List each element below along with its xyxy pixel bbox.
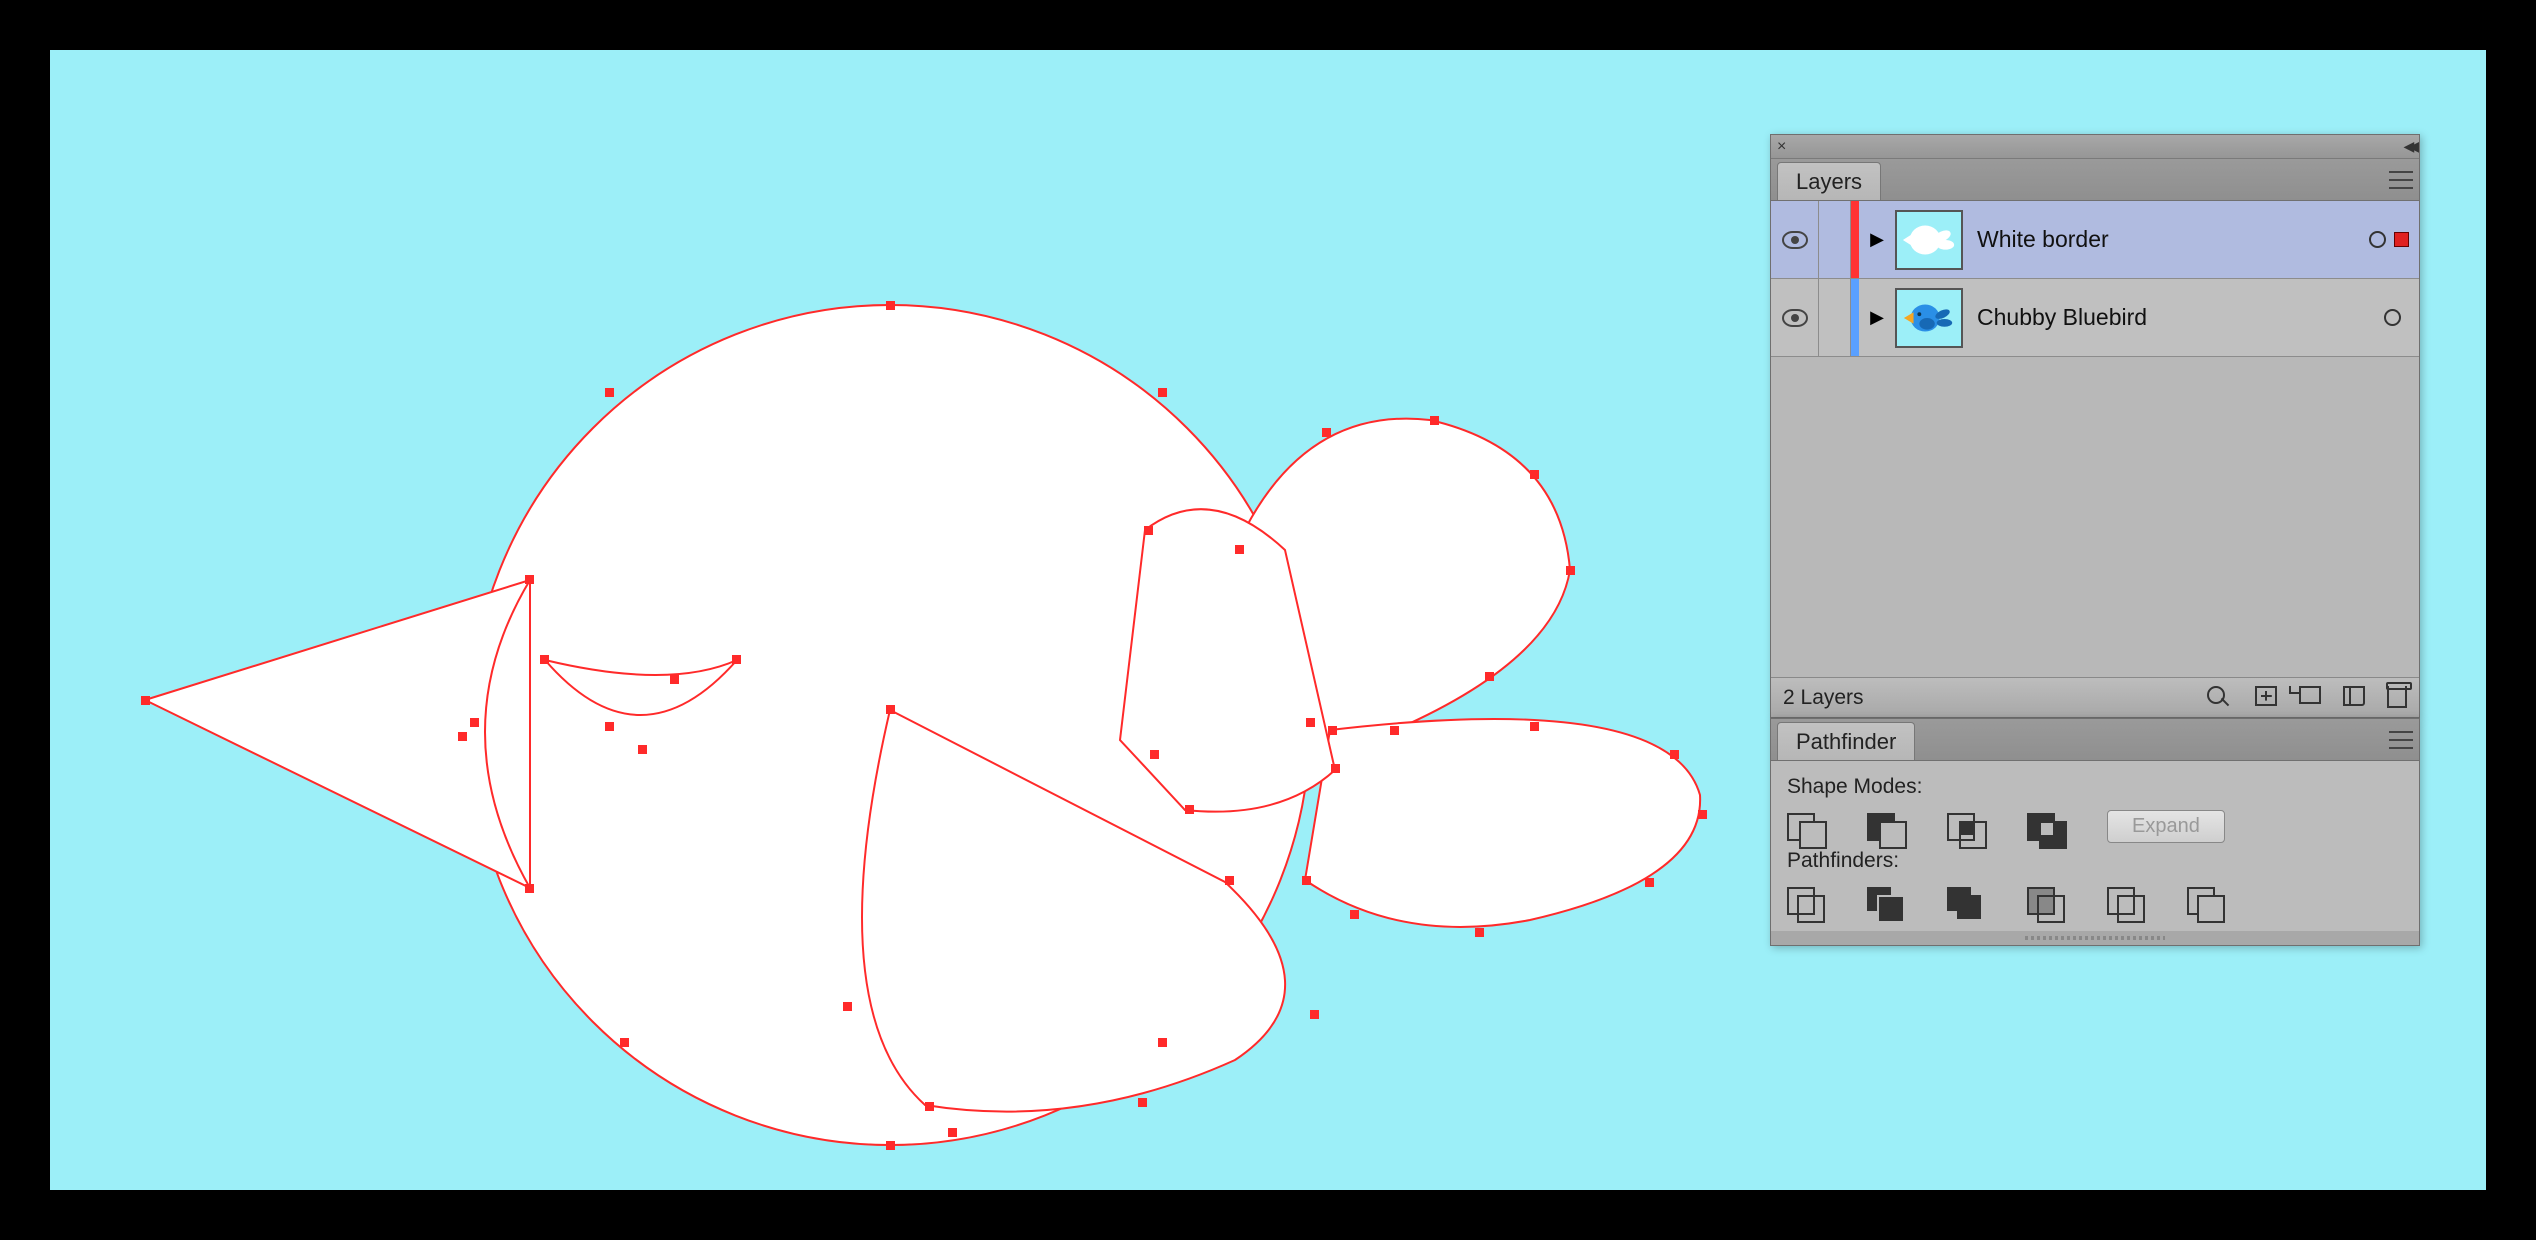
shape-modes-label: Shape Modes: [1787, 775, 2403, 799]
target-icon[interactable] [2369, 231, 2386, 248]
panel-menu-icon[interactable] [2389, 731, 2413, 749]
close-icon[interactable]: × [1777, 138, 1786, 156]
target-icon[interactable] [2384, 309, 2401, 326]
tab-layers[interactable]: Layers [1777, 162, 1881, 200]
expand-button: Expand [2107, 810, 2225, 843]
disclosure-triangle-icon[interactable]: ▶ [1859, 229, 1895, 250]
lock-toggle[interactable] [1819, 279, 1851, 356]
create-new-layer-icon[interactable] [2343, 686, 2365, 706]
pathfinders-label: Pathfinders: [1787, 849, 2403, 873]
selection-indicator[interactable] [2394, 232, 2409, 247]
make-clipping-mask-icon[interactable] [2255, 686, 2277, 706]
shape-mode-intersect-icon[interactable] [1947, 809, 1985, 843]
layer-row[interactable]: ▶ White border [1771, 201, 2419, 279]
tab-row: Layers [1771, 159, 2419, 201]
layer-color-bar [1851, 201, 1859, 278]
pathfinder-trim-icon[interactable] [1867, 883, 1905, 917]
lock-toggle[interactable] [1819, 201, 1851, 278]
shape-mode-unite-icon[interactable] [1787, 809, 1825, 843]
pathfinder-body: Shape Modes: Expand Pathfinders: [1771, 761, 2419, 931]
layer-color-bar [1851, 279, 1859, 356]
shape-mode-exclude-icon[interactable] [2027, 809, 2065, 843]
layers-footer: 2 Layers [1771, 677, 2419, 717]
eye-icon [1782, 309, 1808, 327]
layer-thumbnail[interactable] [1895, 288, 1963, 348]
create-sublayer-icon[interactable] [2299, 686, 2321, 704]
panel-titlebar[interactable]: × ◀◀ [1771, 135, 2419, 159]
layer-count-label: 2 Layers [1783, 686, 1864, 710]
disclosure-triangle-icon[interactable]: ▶ [1859, 307, 1895, 328]
locate-object-icon[interactable] [2207, 686, 2233, 710]
layer-thumbnail[interactable] [1895, 210, 1963, 270]
layers-panel: × ◀◀ Layers ▶ White border [1770, 134, 2420, 718]
delete-layer-icon[interactable] [2387, 686, 2407, 708]
layer-name[interactable]: Chubby Bluebird [1977, 304, 2384, 331]
visibility-toggle[interactable] [1771, 201, 1819, 278]
tab-pathfinder[interactable]: Pathfinder [1777, 722, 1915, 760]
panel-menu-icon[interactable] [2389, 171, 2413, 189]
panel-stack: × ◀◀ Layers ▶ White border [1770, 134, 2420, 946]
shape-mode-minus-front-icon[interactable] [1867, 809, 1905, 843]
layers-list: ▶ White border ▶ Chubby Bl [1771, 201, 2419, 677]
pathfinder-minus-back-icon[interactable] [2187, 883, 2225, 917]
collapse-icon[interactable]: ◀◀ [2403, 138, 2413, 155]
artboard[interactable]: × ◀◀ Layers ▶ White border [50, 50, 2486, 1190]
panel-resize-grip[interactable] [1771, 931, 2419, 945]
pathfinder-outline-icon[interactable] [2107, 883, 2145, 917]
pathfinder-crop-icon[interactable] [2027, 883, 2065, 917]
layer-name[interactable]: White border [1977, 226, 2369, 253]
visibility-toggle[interactable] [1771, 279, 1819, 356]
pathfinder-divide-icon[interactable] [1787, 883, 1825, 917]
selected-artwork[interactable] [50, 50, 1750, 1190]
layers-empty-area[interactable] [1771, 357, 2419, 677]
layer-row[interactable]: ▶ Chubby Bluebird [1771, 279, 2419, 357]
eye-icon [1782, 231, 1808, 249]
pathfinder-merge-icon[interactable] [1947, 883, 1985, 917]
tab-row: Pathfinder [1771, 719, 2419, 761]
pathfinder-panel: Pathfinder Shape Modes: Expand Pathfinde… [1770, 718, 2420, 946]
